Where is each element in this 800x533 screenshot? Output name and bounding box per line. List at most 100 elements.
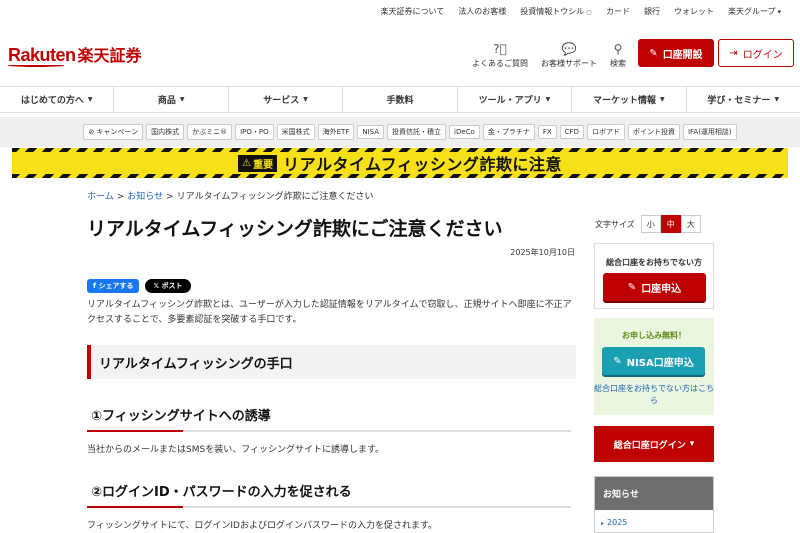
breadcrumb: ホーム > お知らせ > リアルタイムフィッシング詐欺にご注意ください (87, 189, 374, 202)
subnav-gold[interactable]: 金・プラチナ (482, 124, 535, 140)
account-apply-button[interactable]: ✎ 口座申込 (603, 273, 706, 301)
hazard-stripe-bottom (12, 174, 788, 178)
nav-services[interactable]: サービス ▼ (229, 87, 344, 112)
intro-paragraph: リアルタイムフィッシング詐欺とは、ユーザーが入力した認証情報をリアルタイムで窃取… (87, 300, 572, 325)
subnav-fx[interactable]: FX (537, 125, 557, 139)
nav-label: 商品 (157, 96, 176, 106)
important-tag-label: 重要 (253, 159, 274, 171)
font-size-selector: 文字サイズ 小 中 大 (595, 215, 701, 233)
account-login-label: 総合口座ログイン (613, 440, 686, 451)
util-link-bank[interactable]: 銀行 (637, 6, 667, 17)
nav-products[interactable]: 商品 ▼ (114, 87, 229, 112)
free-text: お申し込み無料！ (622, 331, 686, 340)
open-account-button[interactable]: ✎ 口座開設 (638, 39, 714, 67)
section-heading: リアルタイムフィッシングの手口 (87, 345, 576, 379)
font-size-small[interactable]: 小 (640, 215, 661, 233)
faq-label: よくあるご質問 (472, 59, 528, 68)
subnav-ipo[interactable]: IPO・PO (235, 124, 274, 140)
step2-text: フィッシングサイトにて、ログインIDおよびログインパスワードの入力を促されます。 (87, 521, 438, 531)
nav-fees[interactable]: 手数料 (343, 87, 458, 112)
support-link[interactable]: 💬 お客様サポート (541, 42, 597, 69)
subnav-cfd[interactable]: CFD (559, 125, 584, 139)
nav-label: 手数料 (386, 96, 414, 106)
page-title: リアルタイムフィッシング詐欺にご注意ください (87, 218, 503, 240)
nav-learn[interactable]: 学び・セミナー ▼ (687, 87, 800, 112)
subnav-campaign[interactable]: ⊘ キャンペーン (83, 124, 144, 140)
caret-down-icon: ▼ (545, 96, 551, 103)
subnav-points[interactable]: ポイント投資 (627, 124, 680, 140)
breadcrumb-separator: > (166, 192, 174, 202)
caret-down-icon: ▼ (660, 96, 665, 103)
nisa-note-link[interactable]: 総合口座をお持ちでない方はこちら (594, 383, 714, 407)
pencil-icon: ✎ (613, 355, 622, 367)
util-link-about[interactable]: 楽天証券について (374, 6, 452, 17)
font-size-large[interactable]: 大 (680, 215, 701, 233)
logo-text-en: Rakuten (8, 45, 76, 65)
breadcrumb-separator: > (116, 192, 125, 202)
news-year-link[interactable]: 2025 (595, 510, 713, 527)
utility-bar: 楽天証券について 法人のお客様 投資情報トウシル カード 銀行 ウォレット 楽天… (0, 0, 800, 22)
subnav-jp-stock[interactable]: 国内株式 (146, 124, 185, 140)
util-link-card[interactable]: カード (599, 6, 637, 17)
subnav-funds[interactable]: 投資信託・積立 (387, 124, 447, 140)
global-nav: はじめての方へ ▼ 商品 ▼ サービス ▼ 手数料 ツール・アプリ ▼ マーケット情報 ▼… (0, 86, 800, 113)
util-link-toushiru[interactable]: 投資情報トウシル (513, 6, 599, 17)
news-header: お知らせ (595, 477, 713, 510)
subnav-roboad[interactable]: ロボアド (586, 124, 625, 140)
caret-down-icon: ▼ (179, 96, 185, 103)
breadcrumb-news[interactable]: お知らせ (127, 192, 163, 202)
caret-down-icon: ▾ (689, 439, 695, 449)
faq-link[interactable]: ?⃝ よくあるご質問 (472, 42, 528, 69)
subnav-ideco[interactable]: iDeCo (449, 125, 480, 139)
chat-icon: 💬 (561, 42, 577, 56)
util-link-group[interactable]: 楽天グループ (721, 6, 788, 17)
caret-down-icon: ▼ (303, 96, 308, 103)
nav-label: ツール・アプリ (478, 96, 542, 106)
nav-label: 学び・セミナー (707, 96, 771, 106)
nav-market[interactable]: マーケット情報 ▼ (572, 87, 687, 112)
search-icon: ⚲ (613, 42, 623, 56)
breadcrumb-current: リアルタイムフィッシング詐欺にご注意ください (176, 192, 374, 202)
logo[interactable]: Rakuten 楽天証券 (8, 42, 142, 66)
step2-heading: ②ログインID・パスワードの入力を促される (87, 481, 571, 508)
publish-date: 2025年10月10日 (510, 248, 575, 257)
support-label: お客様サポート (541, 59, 597, 68)
no-account-text: 総合口座をお持ちでない方 (606, 258, 702, 267)
step1-text: 当社からのメールまたはSMSを装い、フィッシングサイトに誘導します。 (87, 445, 385, 455)
question-icon: ?⃝ (493, 42, 507, 56)
x-icon: 𝕏 (153, 282, 162, 290)
login-button[interactable]: ⇥ ログイン (718, 39, 794, 67)
subnav-kabumini[interactable]: かぶミニ® (187, 124, 233, 140)
pencil-icon: ✎ (627, 281, 637, 293)
facebook-share-button[interactable]: f シェアする (87, 279, 140, 293)
important-tag: ⚠ 重要 (238, 154, 278, 172)
utility-links: 楽天証券について 法人のお客様 投資情報トウシル カード 銀行 ウォレット 楽天… (374, 6, 788, 17)
caret-down-icon: ▼ (87, 96, 93, 103)
nisa-apply-label: NISA口座申込 (626, 357, 694, 369)
caret-down-icon: ▼ (774, 96, 780, 103)
account-apply-box: 総合口座をお持ちでない方 ✎ 口座申込 (594, 243, 714, 309)
subnav-label: キャンペーン (96, 128, 139, 136)
logo-swoosh (8, 64, 64, 67)
x-post-button[interactable]: 𝕏 ポスト (145, 279, 191, 293)
nav-tools[interactable]: ツール・アプリ ▼ (458, 87, 573, 112)
util-link-wallet[interactable]: ウォレット (667, 6, 721, 17)
search-link[interactable]: ⚲ 検索 (610, 42, 626, 69)
phishing-warning-banner[interactable]: ⚠ 重要 リアルタイムフィッシング詐欺に注意 (12, 148, 788, 178)
subnav-us-stock[interactable]: 米国株式 (276, 124, 315, 140)
nisa-apply-button[interactable]: ✎ NISA口座申込 (602, 347, 705, 375)
step1-heading: ①フィッシングサイトへの誘導 (87, 405, 571, 432)
subnav-ifa[interactable]: IFA(運用相談) (682, 124, 737, 140)
font-size-medium[interactable]: 中 (660, 215, 681, 233)
banner-message: リアルタイムフィッシング詐欺に注意 (283, 155, 562, 174)
account-login-button[interactable]: 総合口座ログイン ▾ (594, 426, 714, 462)
util-link-corporate[interactable]: 法人のお客様 (451, 6, 513, 17)
nisa-apply-box: お申し込み無料！ ✎ NISA口座申込 総合口座をお持ちでない方はこちら (594, 318, 714, 415)
subnav-etf[interactable]: 海外ETF (317, 124, 355, 140)
logo-text-jp: 楽天証券 (77, 46, 142, 65)
warning-icon: ⚠ (242, 157, 252, 169)
breadcrumb-home[interactable]: ホーム (87, 192, 114, 202)
subnav-nisa[interactable]: NISA (357, 125, 385, 139)
nav-beginners[interactable]: はじめての方へ ▼ (0, 87, 115, 112)
news-box: お知らせ 2025 (594, 476, 714, 533)
